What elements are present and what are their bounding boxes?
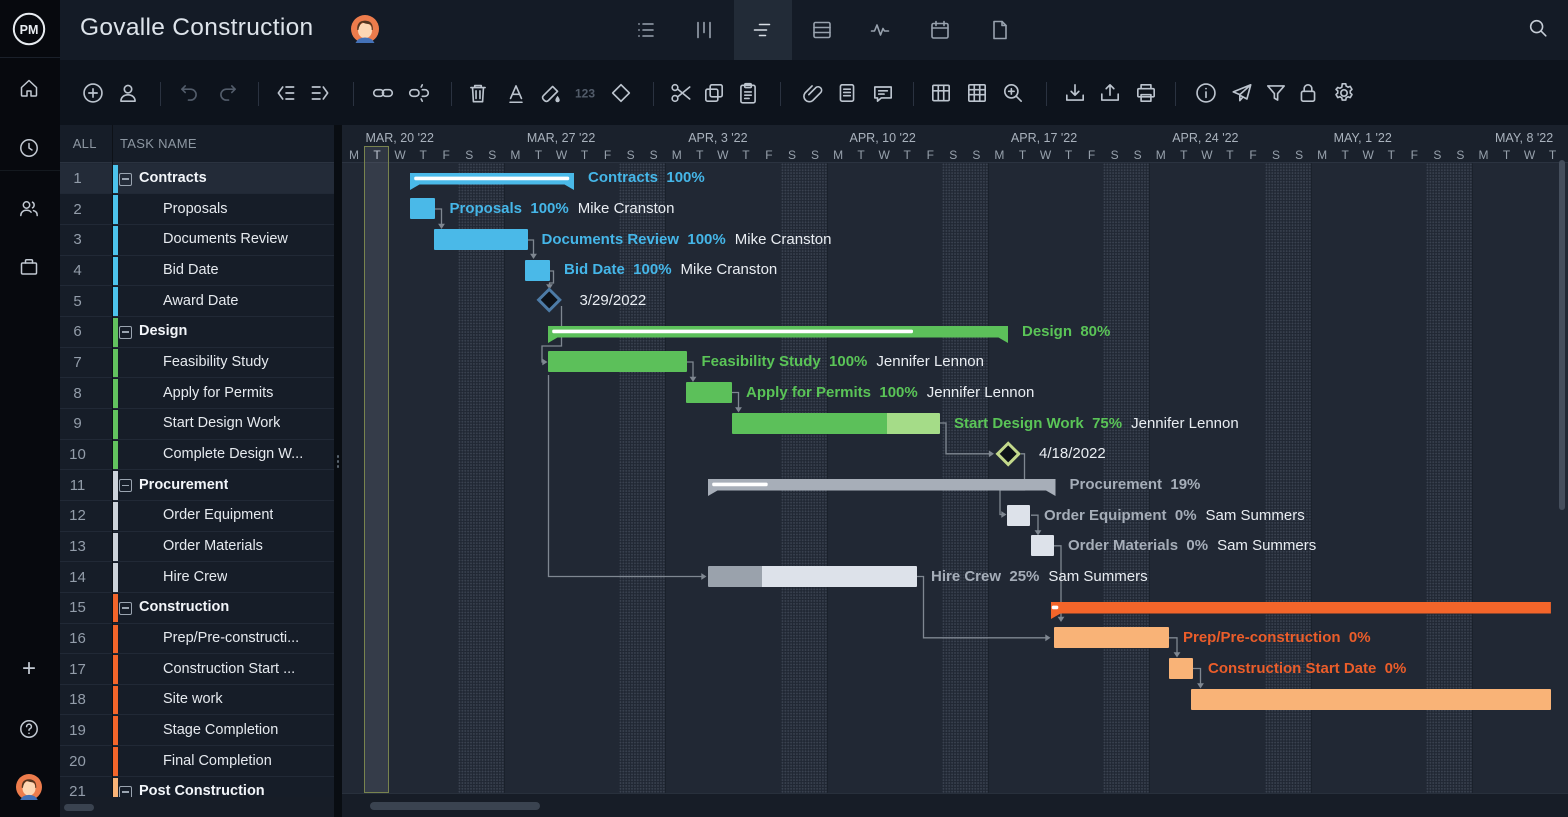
svg-text:123: 123 [575,86,595,100]
svg-text:PM: PM [20,23,39,37]
